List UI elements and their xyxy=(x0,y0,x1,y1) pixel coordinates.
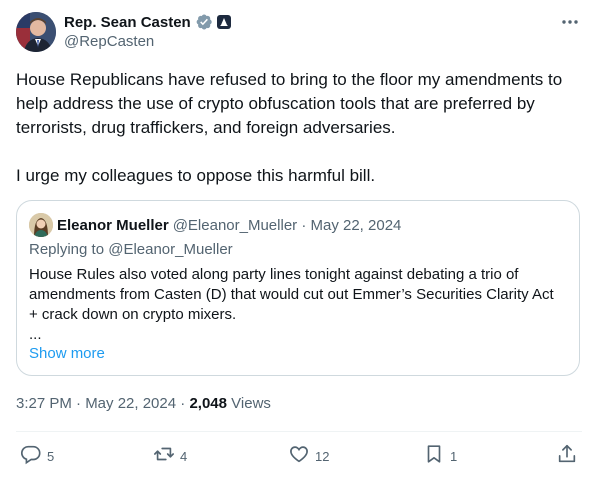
author-name-row: Rep. Sean Casten xyxy=(64,12,231,32)
bookmark-button[interactable]: 1 xyxy=(423,444,457,468)
government-badge-icon xyxy=(216,15,231,29)
like-count: 12 xyxy=(315,448,330,464)
author-display-name[interactable]: Rep. Sean Casten xyxy=(64,14,191,31)
quote-text-line: House Rules also voted along party lines… xyxy=(29,266,554,323)
quote-replying-to: Replying to @Eleanor_Mueller xyxy=(29,241,233,258)
tweet-paragraph: House Republicans have refused to bring … xyxy=(16,70,563,137)
views-count: 2,048 xyxy=(189,395,227,412)
tweet: Rep. Sean Casten @RepCasten House Republ… xyxy=(0,0,598,479)
repost-count: 4 xyxy=(180,448,188,464)
tweet-meta: 3:27 PM · May 22, 2024 · 2,048 Views xyxy=(16,395,271,412)
quote-text: House Rules also voted along party lines… xyxy=(29,265,559,345)
quoted-tweet[interactable]: Eleanor Mueller @Eleanor_Mueller · May 2… xyxy=(16,200,580,376)
meta-separator: · xyxy=(180,395,186,412)
quote-avatar xyxy=(29,213,53,237)
show-more-link[interactable]: Show more xyxy=(29,345,105,362)
reply-count: 5 xyxy=(47,448,55,464)
quote-display-name: Eleanor Mueller xyxy=(57,216,169,234)
reply-icon xyxy=(20,443,42,470)
share-button[interactable] xyxy=(556,444,578,468)
share-icon xyxy=(556,443,578,470)
reply-button[interactable]: 5 xyxy=(20,444,54,468)
tweet-timestamp[interactable]: 3:27 PM · May 22, 2024 xyxy=(16,395,176,412)
like-icon xyxy=(288,443,310,470)
quote-text-ellipsis: ... xyxy=(29,326,42,343)
views-label: Views xyxy=(231,395,271,412)
bookmark-icon xyxy=(423,443,445,470)
tweet-paragraph: I urge my colleagues to oppose this harm… xyxy=(16,166,376,185)
bookmark-count: 1 xyxy=(450,448,458,464)
more-icon[interactable] xyxy=(558,10,582,34)
quote-header: Eleanor Mueller @Eleanor_Mueller · May 2… xyxy=(29,213,401,237)
repost-icon xyxy=(153,443,175,470)
verified-badge-icon[interactable] xyxy=(195,13,213,31)
author-avatar[interactable] xyxy=(16,12,56,52)
action-bar: 5 4 12 1 xyxy=(0,432,598,479)
like-button[interactable]: 12 xyxy=(288,444,329,468)
quote-handle-date: @Eleanor_Mueller · May 22, 2024 xyxy=(172,216,402,234)
tweet-text: House Republicans have refused to bring … xyxy=(16,68,582,188)
author-handle[interactable]: @RepCasten xyxy=(64,33,154,50)
repost-button[interactable]: 4 xyxy=(153,444,187,468)
